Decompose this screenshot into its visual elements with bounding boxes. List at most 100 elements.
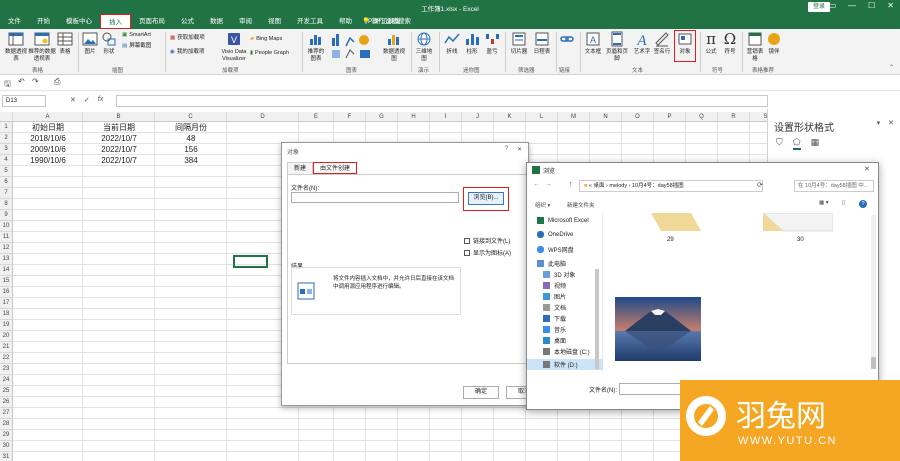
row-header[interactable]: 5 [0,166,13,177]
column-header[interactable]: K [494,112,526,122]
nav-downloads[interactable]: 下载 [543,314,566,323]
maximize-icon[interactable]: ☐ [868,1,875,10]
row-header[interactable]: 24 [0,375,13,386]
column-header[interactable]: C [155,112,227,122]
row-header[interactable]: 27 [0,408,13,419]
fill-icon[interactable]: ⛉ [776,137,783,150]
cell[interactable]: 2022/10/7 [83,144,155,155]
tab-data[interactable]: 数据 [202,14,231,29]
shapes-button[interactable]: 形状 [101,31,117,56]
pane-menu-icon[interactable]: ▾ [877,119,881,127]
jietu-button[interactable]: 镜伴 [766,31,782,56]
nav-3d-objects[interactable]: 3D 对象 [543,270,575,279]
select-all-corner[interactable] [0,112,13,122]
cell[interactable]: 156 [155,144,227,155]
redo-icon[interactable]: ↷ [32,77,39,86]
row-header[interactable]: 12 [0,243,13,254]
row-header[interactable]: 6 [0,177,13,188]
filename-input[interactable] [291,192,459,203]
ok-button[interactable]: 确定 [463,386,499,399]
sparkline-winloss-button[interactable]: 盈亏 [483,31,501,56]
tab-template-center[interactable]: 模板中心 [58,14,100,29]
link-to-file-option[interactable]: 链接到文件(L) [464,236,510,245]
refresh-icon[interactable]: ⟳ [757,181,763,189]
tab-formulas[interactable]: 公式 [173,14,202,29]
row-header[interactable]: 15 [0,276,13,287]
printer-icon[interactable]: ⎙ [54,77,60,87]
pane-close-icon[interactable]: ✕ [888,119,894,127]
file-list-scrollbar[interactable] [871,215,876,365]
row-header[interactable]: 10 [0,221,13,232]
thumbnail-29[interactable] [651,213,701,233]
row-header[interactable]: 30 [0,441,13,452]
equation-button[interactable]: π 公式 [703,31,719,56]
view-options-icon[interactable]: ▦ ▾ [819,200,829,206]
cell[interactable]: 2022/10/7 [83,133,155,144]
tab-view[interactable]: 视图 [260,14,289,29]
tab-insert[interactable]: 插入 [100,14,131,29]
effects-icon[interactable]: ⬠ [792,137,801,150]
row-header[interactable]: 3 [0,144,13,155]
close-icon[interactable]: ✕ [887,1,894,10]
column-header[interactable]: N [590,112,622,122]
row-header[interactable]: 11 [0,232,13,243]
wordart-button[interactable]: A 艺术字 [633,31,651,56]
cell[interactable]: 间隔月份 [155,122,227,133]
tab-create-new[interactable]: 新建 [287,162,314,174]
size-icon[interactable]: ▦ [811,137,820,150]
signature-line-button[interactable]: 签名行 [653,31,671,56]
get-addins-button[interactable]: ▦ 获取加载项 [170,35,205,42]
nav-desktop[interactable]: 桌面 [543,336,566,345]
save-icon[interactable]: 🖫 [4,78,11,92]
tab-create-from-file[interactable]: 由文件创建 [313,162,358,174]
cell[interactable]: 当前日期 [83,122,155,133]
3d-map-button[interactable]: 三维地图 [414,31,434,63]
chart-types-gallery[interactable] [330,32,380,62]
slicer-button[interactable]: 切片器 [509,31,529,56]
path-segment-desktop[interactable]: 桌面 [593,183,604,189]
nav-wps-cloud[interactable]: WPS网盘 [537,245,574,254]
tab-help[interactable]: 帮助 [331,14,360,29]
row-header[interactable]: 20 [0,331,13,342]
collapse-ribbon-icon[interactable]: ⌃ [889,64,894,71]
nav-this-pc[interactable]: 此电脑 [537,259,566,268]
minimize-icon[interactable]: — [848,1,856,10]
formula-input[interactable] [116,95,768,107]
nav-microsoft-excel[interactable]: Microsoft Excel [537,217,589,224]
browse-close-icon[interactable]: ✕ [864,165,870,173]
row-header[interactable]: 18 [0,309,13,320]
column-header[interactable]: B [83,112,155,122]
tab-file[interactable]: 文件 [0,14,29,29]
sparkline-column-button[interactable]: 柱形 [463,31,481,56]
my-addins-button[interactable]: ◉ 我的加载项 [170,49,204,56]
recommended-pivot-button[interactable]: 推荐的数据透视表 [28,31,56,63]
row-header[interactable]: 7 [0,188,13,199]
link-to-file-checkbox[interactable] [464,237,470,244]
insert-function-icon[interactable]: fx [98,96,103,104]
row-header[interactable]: 29 [0,430,13,441]
column-header[interactable]: D [227,112,299,122]
column-header[interactable]: F [334,112,366,122]
row-header[interactable]: 22 [0,353,13,364]
help-icon[interactable]: ? [859,200,867,208]
address-bar[interactable]: ■ « 桌面 › melody › 10月4号：day58插图 [579,180,763,192]
screenshot-button[interactable]: ▤ 屏幕截图 [122,43,151,50]
header-footer-button[interactable]: 页眉和页脚 [604,31,630,63]
cell[interactable]: 2022/10/7 [83,155,155,166]
column-header[interactable]: G [366,112,398,122]
row-header[interactable]: 13 [0,254,13,265]
preview-pane-icon[interactable]: ▯ [842,200,845,206]
search-box[interactable]: 在 10月4号：day58插图 中... [794,180,874,192]
cell[interactable]: 384 [155,155,227,166]
row-header[interactable]: 16 [0,287,13,298]
thumbnail-30[interactable] [763,213,833,233]
cell[interactable]: 48 [155,133,227,144]
tab-home[interactable]: 开始 [29,14,58,29]
row-header[interactable]: 8 [0,199,13,210]
row-header[interactable]: 25 [0,386,13,397]
nav-onedrive[interactable]: OneDrive [537,231,573,238]
column-header[interactable]: S [750,112,767,122]
cell[interactable]: 2018/10/6 [13,133,83,144]
back-icon[interactable]: ← [533,181,540,188]
nav-scrollbar[interactable] [595,269,599,369]
